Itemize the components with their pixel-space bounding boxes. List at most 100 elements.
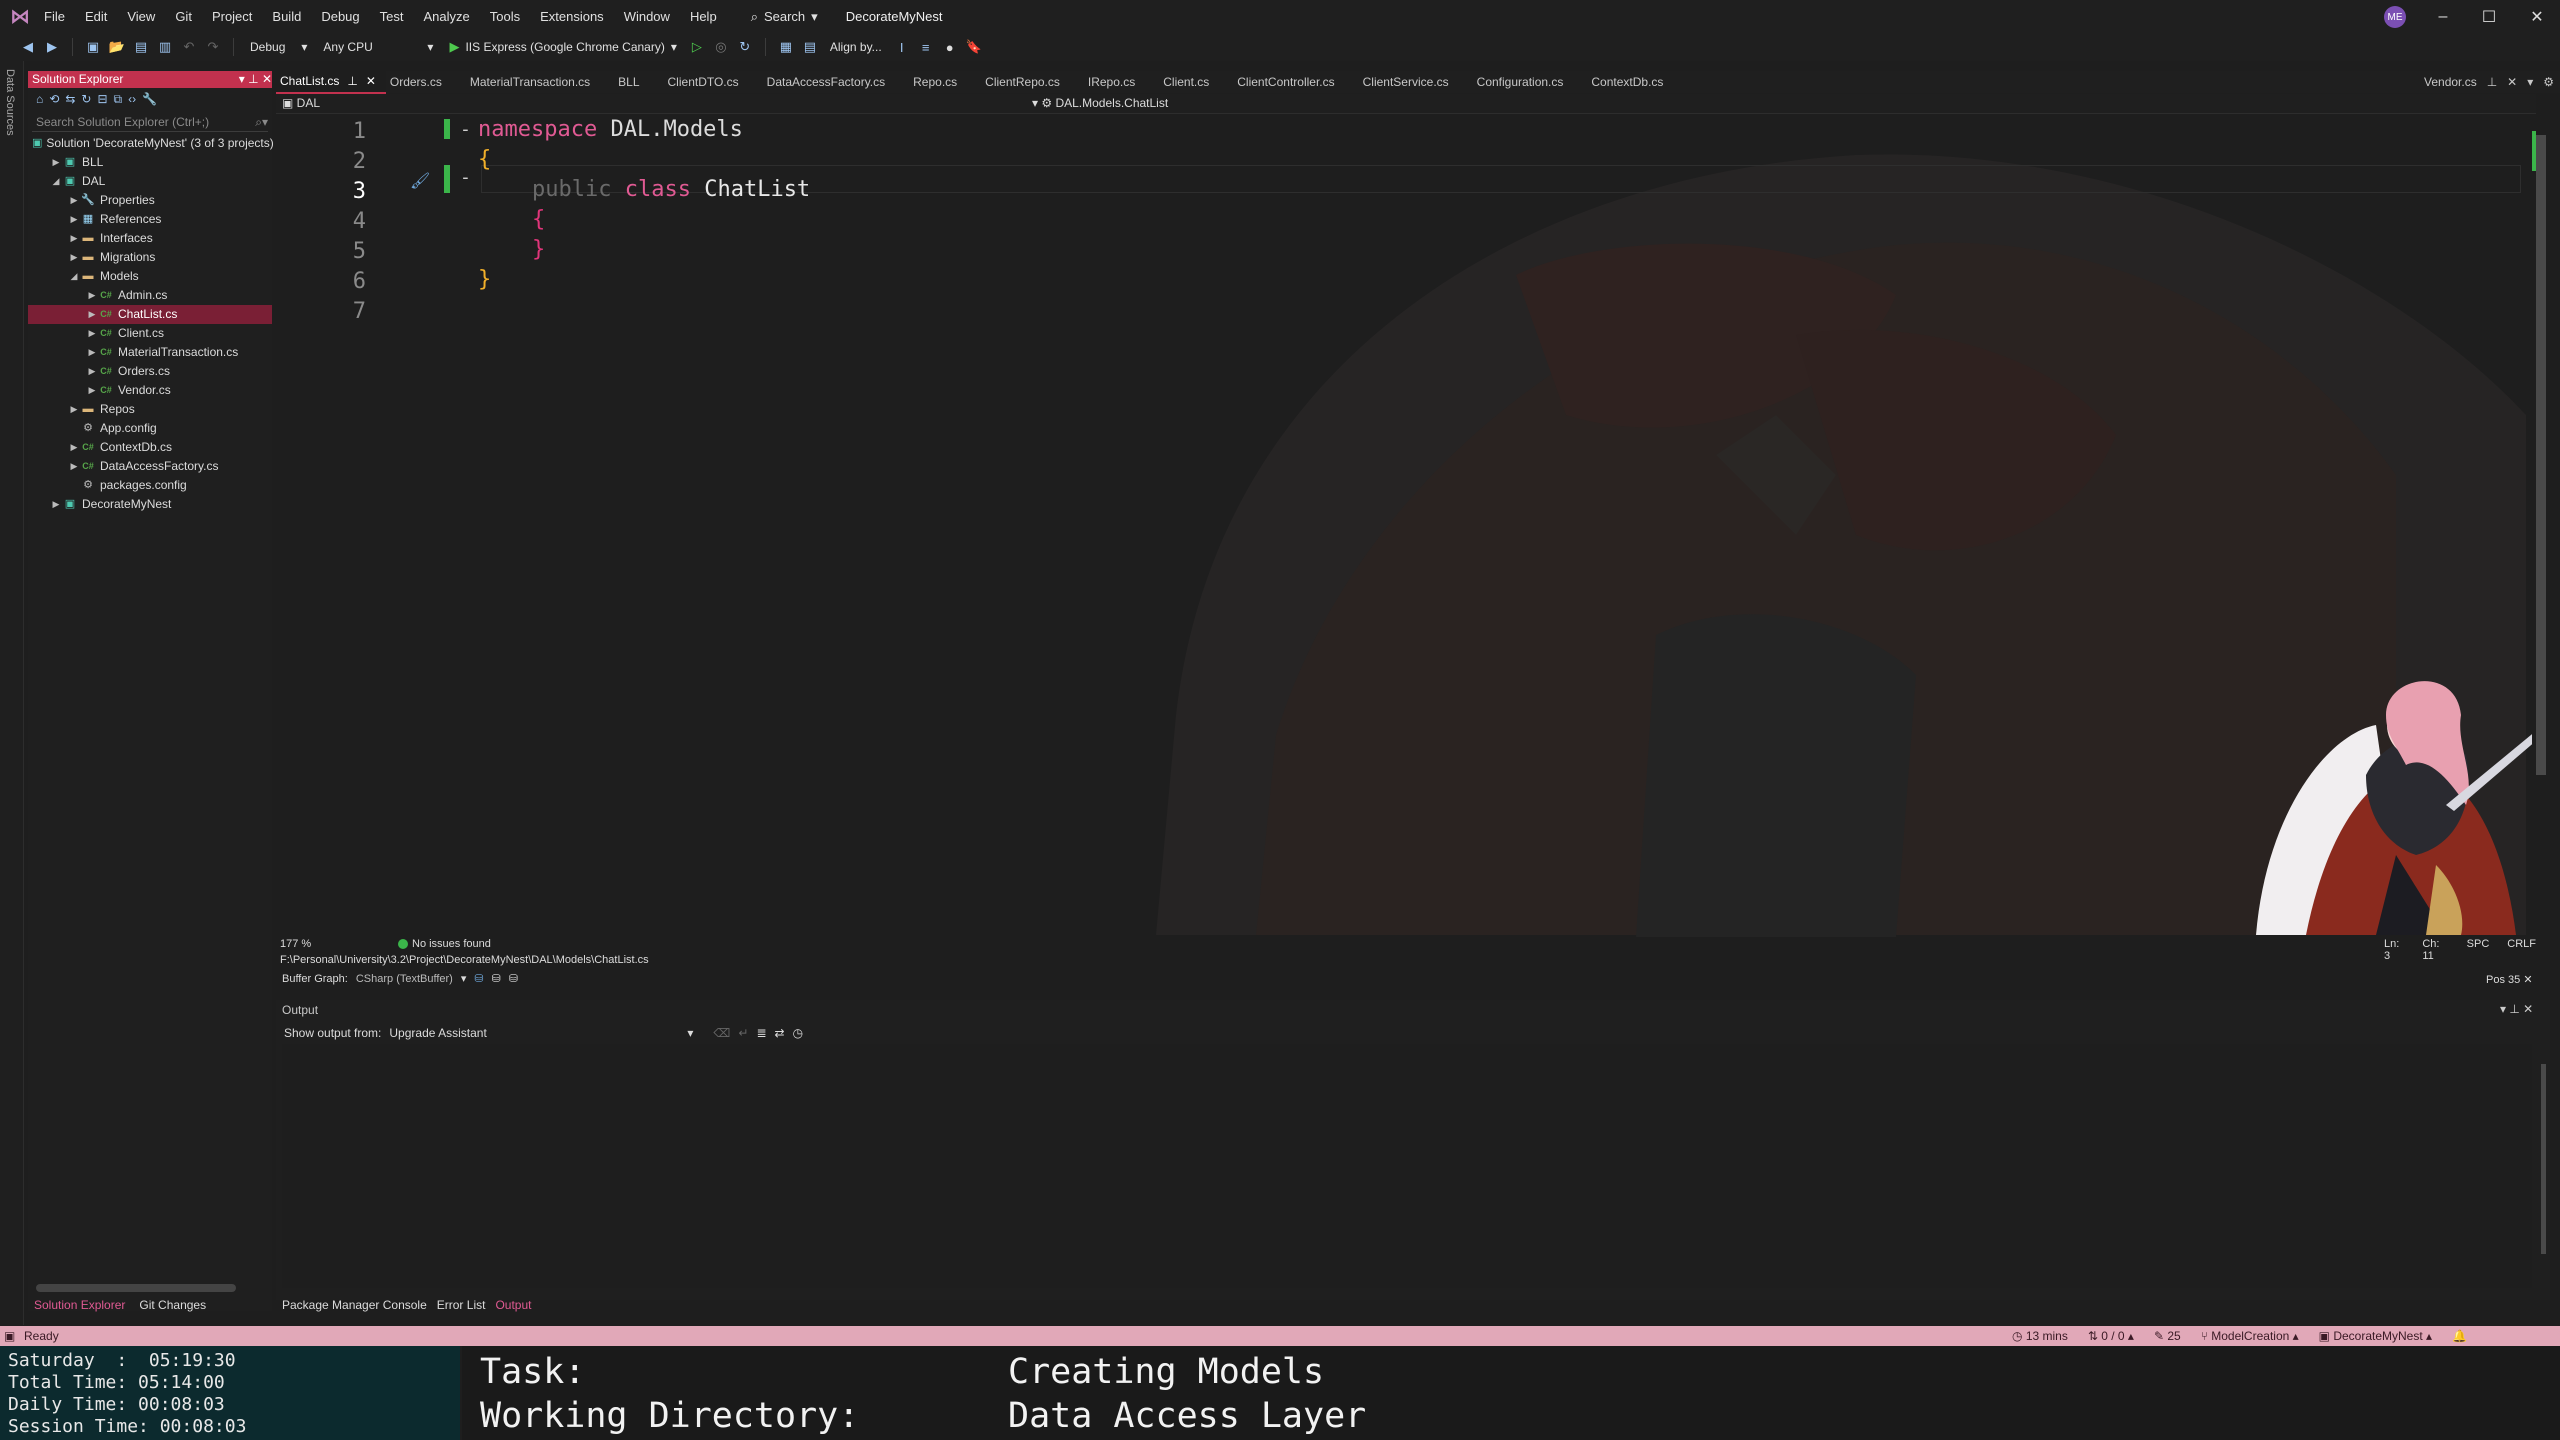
tab-solution-explorer[interactable]: Solution Explorer xyxy=(34,1298,125,1312)
menu-item-tools[interactable]: Tools xyxy=(480,0,530,33)
output-vertical-scrollbar[interactable] xyxy=(2538,1054,2548,1274)
horizontal-scrollbar[interactable] xyxy=(36,1284,236,1292)
minimize-icon[interactable]: – xyxy=(2420,0,2466,33)
tab-orders-cs[interactable]: Orders.cs xyxy=(386,71,466,93)
expand-arrow-icon[interactable]: ▶ xyxy=(68,248,80,267)
tree-item[interactable]: ◢ ▬ Models xyxy=(28,267,272,286)
close-icon[interactable]: ✕ xyxy=(2507,71,2517,93)
expand-arrow-icon[interactable]: ▶ xyxy=(68,400,80,419)
redo-icon[interactable]: ↷ xyxy=(203,37,223,57)
expand-arrow-icon[interactable]: ▶ xyxy=(50,495,62,514)
menu-item-help[interactable]: Help xyxy=(680,0,727,33)
graph-icon[interactable]: ⛁ xyxy=(492,972,501,985)
menu-item-debug[interactable]: Debug xyxy=(311,0,369,33)
menu-item-view[interactable]: View xyxy=(117,0,165,33)
configuration-select[interactable]: Debug xyxy=(244,40,291,54)
menu-item-project[interactable]: Project xyxy=(202,0,262,33)
tree-item[interactable]: ▶ ▣ DecorateMyNest xyxy=(28,495,272,514)
menu-item-analyze[interactable]: Analyze xyxy=(413,0,479,33)
chevron-down-icon[interactable]: ▾ xyxy=(687,1026,693,1040)
tree-item[interactable]: ▶ C# Admin.cs xyxy=(28,286,272,305)
visual-studio-logo-icon[interactable]: ⋈ xyxy=(6,3,34,31)
tab-irepo-cs[interactable]: IRepo.cs xyxy=(1084,71,1159,93)
pending-changes-icon[interactable]: ⇆ xyxy=(65,92,75,106)
scrollbar-thumb[interactable] xyxy=(2541,1064,2546,1254)
search-button[interactable]: ⌕ Search ▾ xyxy=(741,9,828,25)
time-tracker[interactable]: ◷ 13 mins xyxy=(2012,1329,2068,1343)
tab-vendor[interactable]: Vendor.cs ⊥ ✕ ▾ ⚙ xyxy=(2424,71,2554,93)
expand-arrow-icon[interactable]: ◢ xyxy=(50,172,62,191)
close-icon[interactable]: ✕ xyxy=(2523,974,2532,986)
tab-output[interactable]: Output xyxy=(495,1298,531,1312)
panel-controls-icon[interactable]: ▾ ⊥ ✕ xyxy=(2500,1002,2533,1016)
git-sync[interactable]: ⇅ 0 / 0 ▴ xyxy=(2088,1329,2134,1343)
line-ending-indicator[interactable]: CRLF xyxy=(2507,938,2536,962)
attach-icon[interactable]: ◎ xyxy=(711,37,731,57)
pin-icon[interactable]: ⊥ xyxy=(2487,71,2497,93)
expand-arrow-icon[interactable]: ▶ xyxy=(86,305,98,324)
tab-bll[interactable]: BLL xyxy=(614,71,663,93)
bookmark-icon[interactable]: 🔖 xyxy=(964,37,984,57)
expand-arrow-icon[interactable]: ◢ xyxy=(68,267,80,286)
tab-error-list[interactable]: Error List xyxy=(437,1298,486,1312)
git-repo[interactable]: ▣ DecorateMyNest ▴ xyxy=(2319,1329,2432,1343)
tree-item[interactable]: ⚙ packages.config xyxy=(28,476,272,495)
expand-arrow-icon[interactable]: ▶ xyxy=(68,210,80,229)
menu-item-file[interactable]: File xyxy=(34,0,75,33)
gear-icon[interactable]: ⚙ xyxy=(2543,71,2554,93)
tab-git-changes[interactable]: Git Changes xyxy=(139,1298,206,1312)
run-button[interactable]: ▶ IIS Express (Google Chrome Canary) ▾ xyxy=(443,39,682,55)
tree-item[interactable]: ▶ ▦ References xyxy=(28,210,272,229)
expand-arrow-icon[interactable]: ▶ xyxy=(68,457,80,476)
tree-item[interactable]: ▶ C# MaterialTransaction.cs xyxy=(28,343,272,362)
new-project-icon[interactable]: ▣ xyxy=(83,37,103,57)
tab-clientdto-cs[interactable]: ClientDTO.cs xyxy=(664,71,763,93)
text-cursor-icon[interactable]: I xyxy=(892,37,912,57)
project-dropdown[interactable]: ▣ DAL xyxy=(282,96,320,110)
tab-clientservice-cs[interactable]: ClientService.cs xyxy=(1359,71,1473,93)
quick-actions-icon[interactable]: 🖌 xyxy=(410,171,430,191)
maximize-icon[interactable]: ☐ xyxy=(2466,0,2512,33)
fold-toggle[interactable]: - xyxy=(460,119,471,140)
code-icon[interactable]: ‹› xyxy=(128,92,136,106)
tree-item[interactable]: ▶ C# Vendor.cs xyxy=(28,381,272,400)
close-icon[interactable]: ✕ xyxy=(366,70,376,92)
solution-search-input[interactable]: Search Solution Explorer (Ctrl+;) ⌕▾ xyxy=(32,112,268,132)
tree-item[interactable]: ⚙ App.config xyxy=(28,419,272,438)
menu-item-git[interactable]: Git xyxy=(165,0,202,33)
tab-contextdb-cs[interactable]: ContextDb.cs xyxy=(1587,71,1687,93)
tree-item[interactable]: ▶ C# Client.cs xyxy=(28,324,272,343)
tree-item[interactable]: ▣ Solution 'DecorateMyNest' (3 of 3 proje… xyxy=(28,134,274,153)
open-icon[interactable]: 📂 xyxy=(107,37,127,57)
data-sources-tab[interactable]: Data Sources xyxy=(4,69,16,136)
expand-arrow-icon[interactable]: ▶ xyxy=(68,229,80,248)
chevron-down-icon[interactable]: ▾ xyxy=(295,40,313,54)
whitespace-indicator[interactable]: SPC xyxy=(2467,938,2490,962)
tab-clientcontroller-cs[interactable]: ClientController.cs xyxy=(1233,71,1358,93)
sync-icon[interactable]: ⟲ xyxy=(49,92,59,106)
editor-vertical-scrollbar[interactable] xyxy=(2532,115,2550,937)
tree-item[interactable]: ▶ ▣ BLL xyxy=(28,153,272,172)
pending-edits[interactable]: ✎ 25 xyxy=(2154,1329,2181,1343)
save-all-icon[interactable]: ▥ xyxy=(155,37,175,57)
tree-item[interactable]: ▶ C# ContextDb.cs xyxy=(28,438,272,457)
menu-item-extensions[interactable]: Extensions xyxy=(530,0,614,33)
menu-item-edit[interactable]: Edit xyxy=(75,0,117,33)
tree-item[interactable]: ▶ ▬ Migrations xyxy=(28,248,272,267)
chevron-down-icon[interactable]: ▾ xyxy=(2527,71,2533,93)
expand-arrow-icon[interactable]: ▶ xyxy=(68,191,80,210)
tree-item[interactable]: ▶ ▬ Repos xyxy=(28,400,272,419)
git-branch[interactable]: ⑂ ModelCreation ▴ xyxy=(2201,1329,2299,1343)
graph-icon[interactable]: ⛁ xyxy=(474,972,483,985)
tab-client-cs[interactable]: Client.cs xyxy=(1159,71,1233,93)
user-avatar[interactable]: ME xyxy=(2384,6,2406,28)
tab-package-manager-console[interactable]: Package Manager Console xyxy=(282,1298,427,1312)
undo-icon[interactable]: ↶ xyxy=(179,37,199,57)
expand-arrow-icon[interactable]: ▶ xyxy=(86,324,98,343)
tab-dataaccessfactory-cs[interactable]: DataAccessFactory.cs xyxy=(763,71,909,93)
expand-arrow-icon[interactable]: ▶ xyxy=(86,362,98,381)
expand-arrow-icon[interactable]: ▶ xyxy=(68,438,80,457)
browser-link-icon[interactable]: ▦ xyxy=(776,37,796,57)
tab-clientrepo-cs[interactable]: ClientRepo.cs xyxy=(981,71,1084,93)
refresh-icon[interactable]: ↻ xyxy=(81,92,91,106)
